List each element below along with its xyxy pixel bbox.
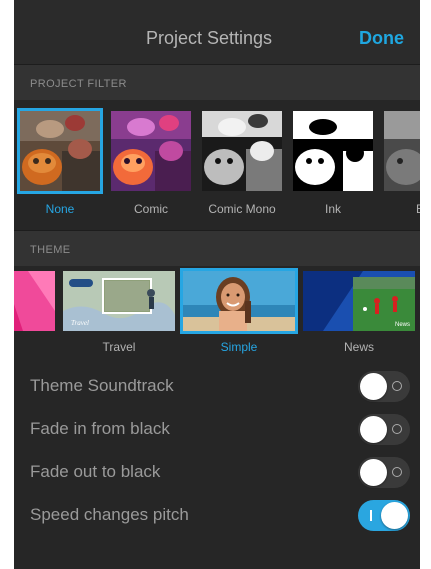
theme-carousel[interactable]: Travel Travel Simple News News: [14, 266, 420, 358]
theme-soundtrack-toggle[interactable]: [358, 371, 410, 402]
filter-option-bw[interactable]: B&: [381, 108, 420, 220]
filter-option-comic-mono[interactable]: Comic Mono: [199, 108, 285, 220]
theme-thumbnail-news: News: [300, 268, 418, 334]
toggle-knob: [360, 459, 387, 486]
theme-thumbnail-partial: [14, 268, 58, 334]
fade-in-toggle[interactable]: [358, 414, 410, 445]
filter-option-comic[interactable]: Comic: [108, 108, 194, 220]
setting-fade-in: Fade in from black: [14, 408, 420, 451]
setting-label-speed-pitch: Speed changes pitch: [30, 505, 189, 524]
filter-thumbnail-comic: [108, 108, 194, 194]
theme-section-label: THEME: [30, 244, 71, 256]
toggle-off-icon: [392, 381, 402, 391]
toggle-knob: [381, 502, 408, 529]
theme-header: THEME: [14, 230, 420, 266]
theme-label-news: News: [343, 340, 374, 354]
toggle-off-icon: [392, 467, 402, 477]
theme-option-news[interactable]: News News: [300, 268, 418, 356]
theme-thumbnail-travel: Travel: [60, 268, 178, 334]
filter-label-bw: B&: [415, 202, 420, 216]
setting-label-theme-soundtrack: Theme Soundtrack: [30, 376, 174, 395]
setting-fade-out: Fade out to black: [14, 451, 420, 494]
filter-thumbnail-none: [17, 108, 103, 194]
filter-option-ink[interactable]: Ink: [290, 108, 376, 220]
project-filter-carousel[interactable]: None Comic Comic Mono Ink B: [14, 104, 420, 228]
navigation-bar: Project Settings Done: [14, 0, 420, 64]
filter-thumbnail-comic-mono: [199, 108, 285, 194]
theme-option-travel[interactable]: Travel Travel: [60, 268, 178, 356]
news-card-label: News: [395, 322, 410, 328]
project-filter-header: PROJECT FILTER: [14, 64, 420, 100]
filter-option-none[interactable]: None: [17, 108, 103, 220]
page-title: Project Settings: [145, 28, 273, 48]
theme-option-simple[interactable]: Simple: [180, 268, 298, 356]
filter-thumbnail-bw: [381, 108, 420, 194]
toggle-on-icon: [370, 510, 372, 521]
speed-changes-pitch-toggle[interactable]: [358, 500, 410, 531]
project-filter-section-label: PROJECT FILTER: [30, 78, 127, 90]
toggle-knob: [360, 416, 387, 443]
project-settings-sheet: Project Settings Done PROJECT FILTER Non…: [14, 0, 420, 569]
setting-theme-soundtrack: Theme Soundtrack: [14, 365, 420, 408]
filter-thumbnail-ink: [290, 108, 376, 194]
toggle-knob: [360, 373, 387, 400]
fade-out-toggle[interactable]: [358, 457, 410, 488]
travel-card-title: Travel: [71, 319, 89, 327]
theme-label-simple: Simple: [220, 340, 258, 354]
setting-label-fade-in: Fade in from black: [30, 419, 170, 438]
toggle-off-icon: [392, 424, 402, 434]
setting-speed-pitch: Speed changes pitch: [14, 494, 420, 537]
theme-option-partial[interactable]: [14, 268, 58, 356]
theme-thumbnail-simple: [180, 268, 298, 334]
theme-label-travel: Travel: [102, 340, 136, 354]
setting-label-fade-out: Fade out to black: [30, 462, 161, 481]
done-button[interactable]: Done: [359, 28, 404, 49]
